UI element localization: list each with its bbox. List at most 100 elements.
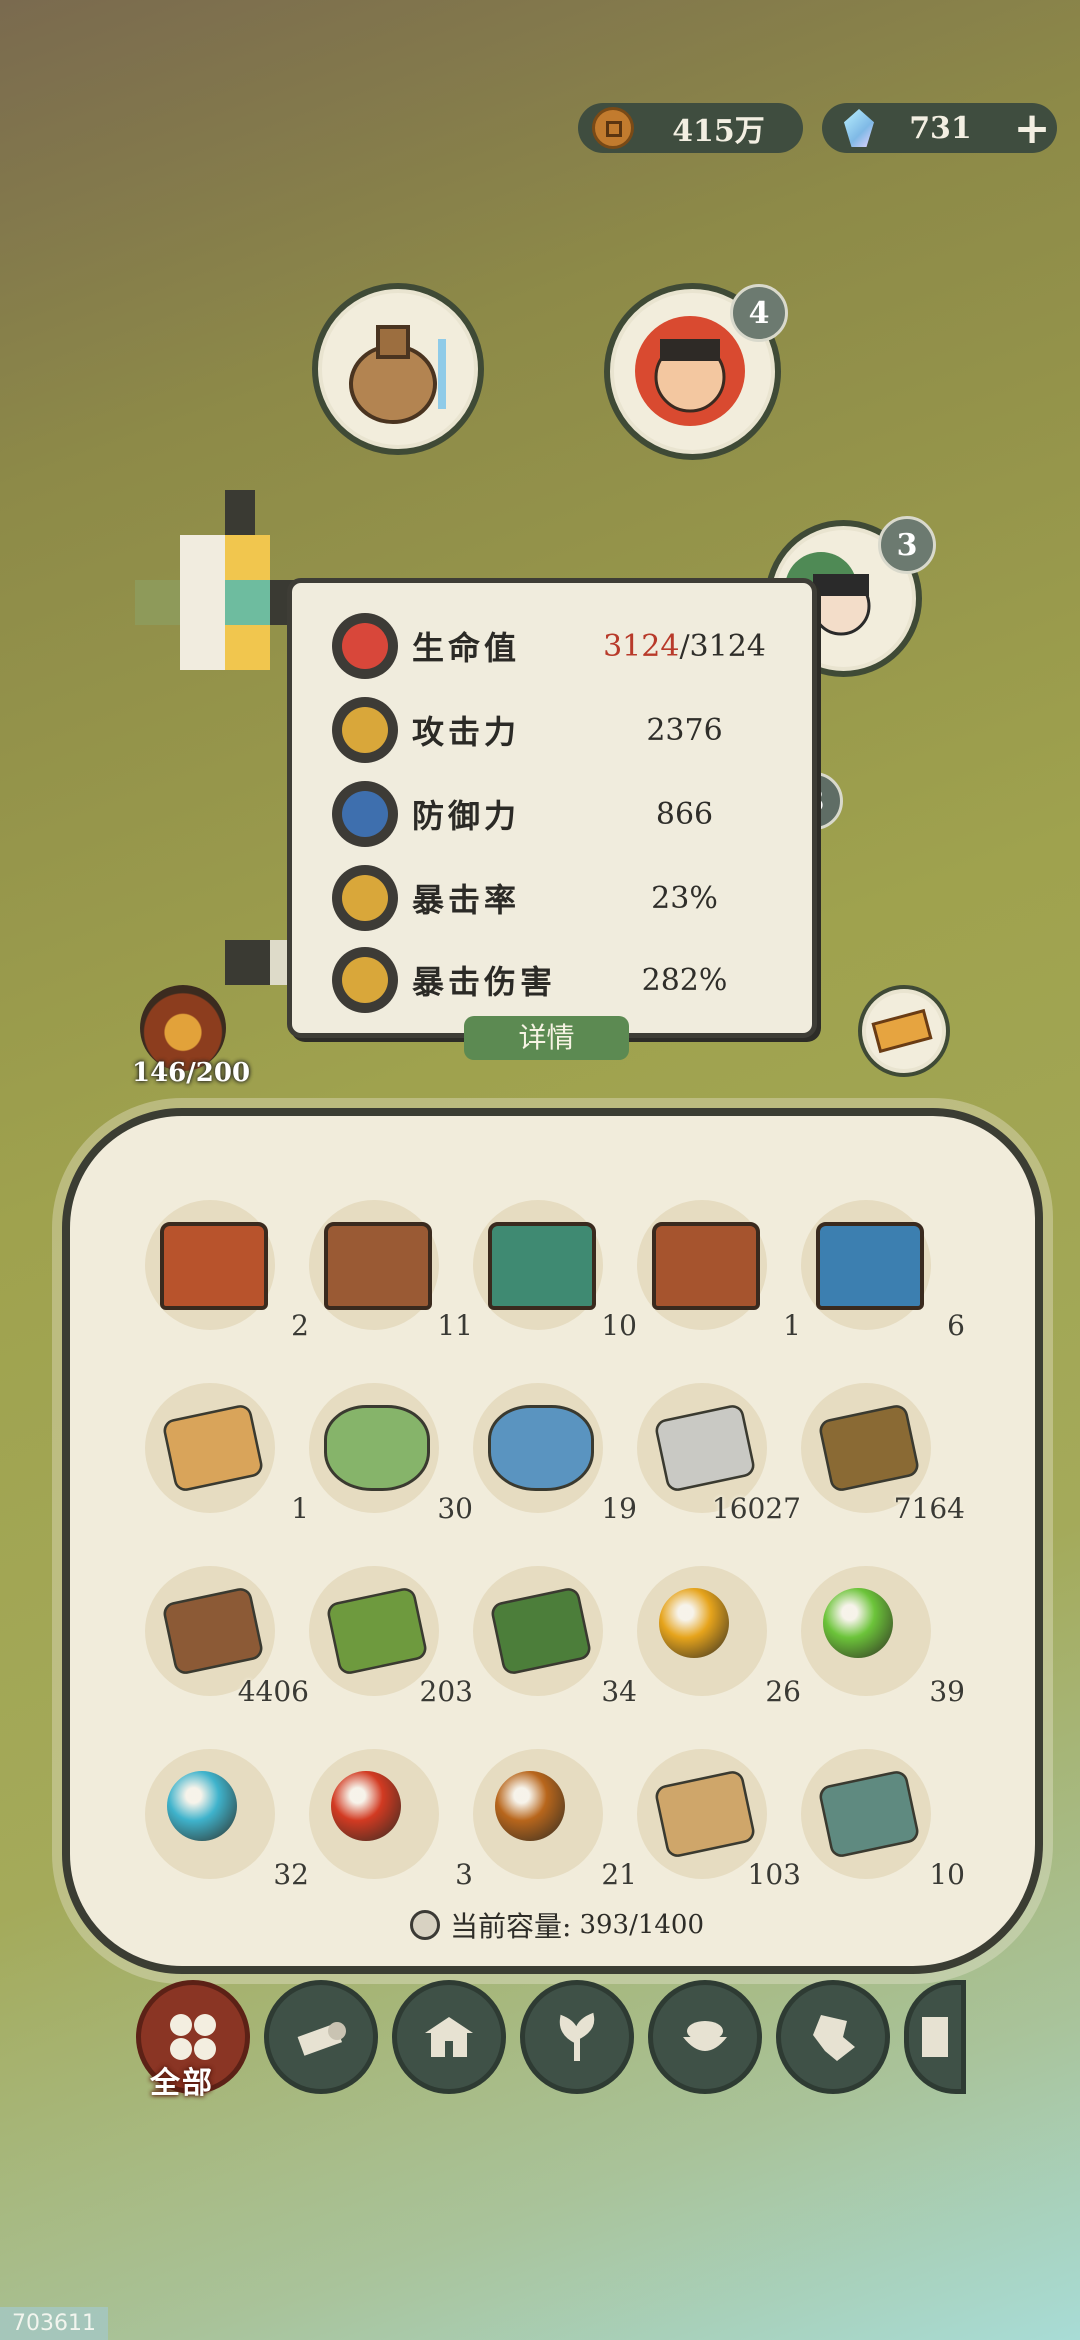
inventory-slot-brown-chest[interactable]: 11: [309, 1200, 473, 1342]
bamboo-icon: [325, 1585, 429, 1677]
item-count: 32: [273, 1858, 309, 1891]
item-count: 1: [783, 1309, 801, 1342]
mosaic-block: [225, 625, 270, 670]
stat-row-defense: 防御力 866: [332, 779, 782, 849]
stat-row-hp: 生命值 3124/3124: [332, 611, 782, 681]
tab-building[interactable]: [392, 1980, 506, 2094]
stat-row-crit-damage: 暴击伤害 282%: [332, 945, 782, 1015]
inventory-slot-red-chest[interactable]: 2: [145, 1200, 309, 1342]
water-jug-button[interactable]: [312, 283, 484, 455]
inventory-slot-blue-pouch[interactable]: 19: [473, 1383, 637, 1525]
log-icon: [297, 2022, 346, 2056]
copper-chest-icon: [652, 1222, 760, 1310]
amber-orb-icon: [495, 1771, 565, 1841]
item-count: 203: [419, 1675, 473, 1708]
blue-chest-icon: [816, 1222, 924, 1310]
stat-value: 866: [655, 796, 714, 832]
inventory-slot-green-pouch[interactable]: 30: [309, 1383, 473, 1525]
tab-wood[interactable]: [264, 1980, 378, 2094]
stats-panel: 生命值 3124/3124 攻击力 2376 防御力 866 暴击率 23% 暴…: [287, 578, 817, 1038]
item-count: 39: [929, 1675, 965, 1708]
inventory-slot-log[interactable]: 4406: [145, 1566, 309, 1708]
capacity-indicator: 当前容量: 393/1400: [410, 1905, 704, 1945]
tab-more[interactable]: [904, 1980, 966, 2094]
item-count: 6: [947, 1309, 965, 1342]
item-count: 3: [455, 1858, 473, 1891]
inventory-slot-cyan-orb[interactable]: 32: [145, 1749, 309, 1891]
tab-herb[interactable]: [520, 1980, 634, 2094]
bowl-icon: [683, 2021, 727, 2051]
coin-balance: 415万: [578, 103, 803, 153]
food-count: 146/200: [132, 1058, 251, 1088]
fire-orb-icon: [331, 1771, 401, 1841]
straw-icon: [817, 1402, 921, 1494]
item-count: 4406: [237, 1675, 309, 1708]
fragment-icon: [813, 2015, 855, 2061]
stat-row-attack: 攻击力 2376: [332, 695, 782, 765]
build-id: 703611: [0, 2307, 108, 2340]
crit-damage-icon: [332, 947, 398, 1013]
inventory-slot-bamboo[interactable]: 203: [309, 1566, 473, 1708]
sword-icon: [332, 697, 398, 763]
crit-rate-icon: [332, 865, 398, 931]
item-count: 16027: [711, 1492, 801, 1525]
gold-orb-icon: [659, 1588, 729, 1658]
inventory-slot-gold-orb[interactable]: 26: [637, 1566, 801, 1708]
item-count: 10: [601, 1309, 637, 1342]
coin-amount: 415万: [672, 114, 765, 149]
detail-button[interactable]: 详情: [464, 1016, 629, 1060]
item-count: 30: [437, 1492, 473, 1525]
brown-chest-icon: [324, 1222, 432, 1310]
stat-label: 暴击率: [412, 881, 521, 919]
capacity-value: 393/1400: [579, 1910, 704, 1940]
capacity-label: 当前容量:: [450, 1910, 572, 1943]
log-icon: [161, 1585, 265, 1677]
scroll-icon: [161, 1402, 265, 1494]
green-pouch-icon: [324, 1405, 430, 1491]
mosaic-block: [225, 580, 270, 625]
mosaic-block: [180, 535, 225, 580]
item-count: 19: [601, 1492, 637, 1525]
capacity-icon: [410, 1910, 440, 1940]
tab-food[interactable]: [648, 1980, 762, 2094]
add-gems-button[interactable]: +: [1007, 103, 1057, 154]
inventory-slot-amber-orb[interactable]: 21: [473, 1749, 637, 1891]
stat-label: 防御力: [412, 797, 521, 835]
inventory-slot-scroll[interactable]: 1: [145, 1383, 309, 1525]
inventory-slot-wood-plank[interactable]: 103: [637, 1749, 801, 1891]
inventory-slot-green-orb[interactable]: 39: [801, 1566, 965, 1708]
ticket-icon: [871, 1008, 933, 1054]
inventory-slot-jade-ingot[interactable]: 10: [801, 1749, 965, 1891]
green-orb-icon: [823, 1588, 893, 1658]
inventory-slot-green-chest[interactable]: 10: [473, 1200, 637, 1342]
gem-icon: [844, 109, 874, 147]
inventory-slot-stone[interactable]: 16027: [637, 1383, 801, 1525]
stat-label: 攻击力: [412, 713, 521, 751]
item-count: 1: [291, 1492, 309, 1525]
inventory-slot-fire-orb[interactable]: 3: [309, 1749, 473, 1891]
tab-material[interactable]: [776, 1980, 890, 2094]
item-count: 34: [601, 1675, 637, 1708]
mosaic-block: [225, 940, 270, 985]
inventory-slot-herb[interactable]: 34: [473, 1566, 637, 1708]
stone-icon: [653, 1402, 757, 1494]
inventory-slot-blue-chest[interactable]: 6: [801, 1200, 965, 1342]
stat-label: 生命值: [412, 629, 521, 667]
herb-icon: [489, 1585, 593, 1677]
stat-label: 暴击伤害: [412, 963, 557, 1001]
item-count: 7164: [893, 1492, 965, 1525]
mosaic-block: [180, 625, 225, 670]
house-icon: [425, 2017, 473, 2057]
cyan-orb-icon: [167, 1771, 237, 1841]
red-chest-icon: [160, 1222, 268, 1310]
item-count: 21: [601, 1858, 637, 1891]
item-count: 103: [747, 1858, 801, 1891]
inventory-slot-copper-chest[interactable]: 1: [637, 1200, 801, 1342]
jug-icon: [349, 325, 446, 424]
mosaic-block: [135, 580, 180, 625]
mosaic-block: [180, 580, 225, 625]
item-count: 26: [765, 1675, 801, 1708]
jade-ingot-icon: [817, 1768, 921, 1860]
ticket-button[interactable]: [858, 985, 950, 1077]
inventory-slot-straw[interactable]: 7164: [801, 1383, 965, 1525]
